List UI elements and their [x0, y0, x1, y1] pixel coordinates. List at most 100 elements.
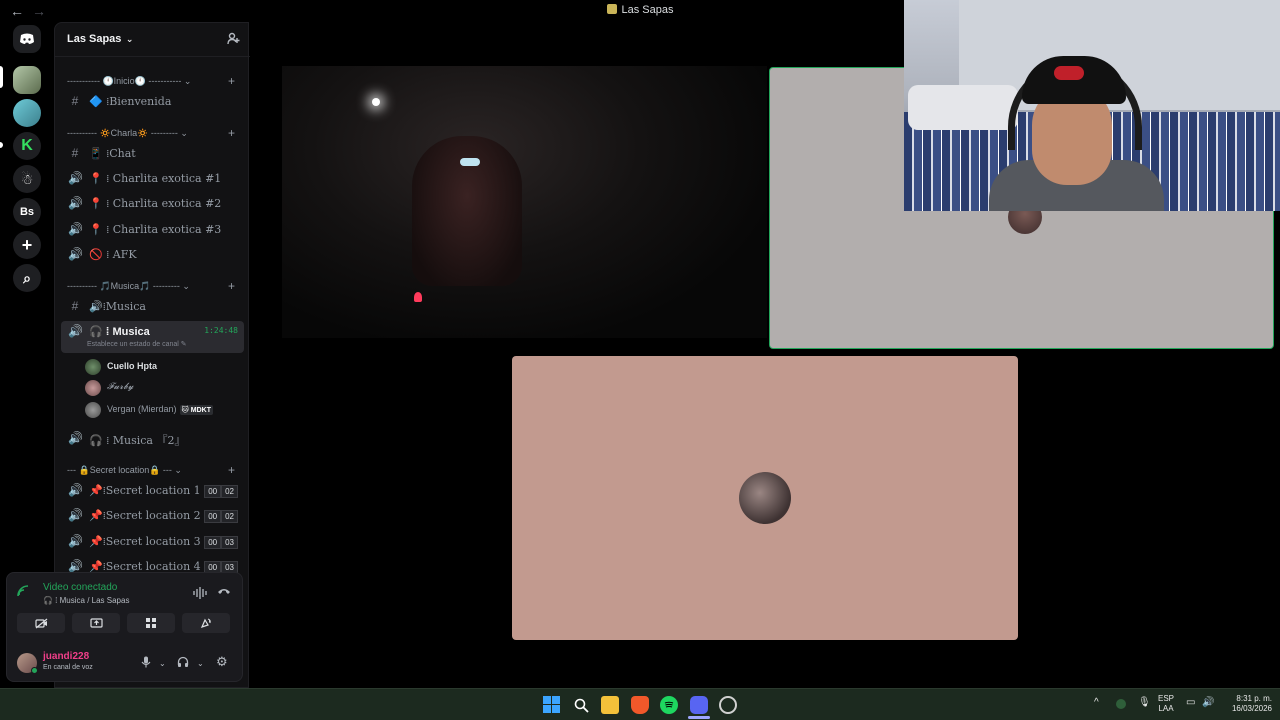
channel-charlita-1[interactable]: 🔊 📍 ⁞ Charlita exotica #1: [61, 168, 244, 190]
streamer-webcam-overlay: [904, 0, 1280, 211]
language-indicator[interactable]: ESP LAA: [1158, 694, 1174, 714]
text-channel-icon: #: [71, 94, 79, 108]
glasses-glare: [460, 158, 480, 166]
guild-header[interactable]: Las Sapas ⌄: [55, 23, 250, 57]
clock[interactable]: 8:31 p. m. 16/03/2026: [1222, 694, 1272, 714]
lamp-light: [372, 98, 380, 106]
avatar: [85, 380, 101, 396]
chevron-down-icon[interactable]: ⌄: [159, 659, 166, 668]
channel-secret-location-2[interactable]: 🔊 📌⁞Secret location 2 00 02: [61, 505, 244, 527]
headphones-icon[interactable]: [177, 656, 189, 671]
settings-gear-icon[interactable]: ⚙: [216, 654, 228, 670]
speaker-icon: 🔊: [68, 431, 83, 445]
voice-user[interactable]: Cuello Hpta: [85, 358, 245, 376]
speaker-icon: 🔊: [68, 324, 83, 338]
webcam-pillow: [908, 85, 1018, 130]
server-anime-icon[interactable]: ☃: [13, 165, 41, 193]
channel-bienvenida[interactable]: # 🔷 ⁞Bienvenida: [61, 91, 244, 113]
category-inicio[interactable]: ----------- 🕛Inicio🕛 ----------- ⌄ +: [67, 74, 239, 88]
channel-secret-location-1[interactable]: 🔊 📌⁞Secret location 1 00 02: [61, 480, 244, 502]
channel-chat[interactable]: # 📱 ⁞Chat: [61, 143, 244, 165]
windows-start-icon[interactable]: [543, 696, 561, 714]
online-status-icon: [31, 667, 38, 674]
channel-afk[interactable]: 🔊 🚫 ⁞ AFK: [61, 244, 244, 266]
red-light: [414, 292, 422, 302]
voice-status-title[interactable]: Video conectado: [43, 582, 117, 593]
server-bs-icon[interactable]: Bs: [13, 198, 41, 226]
guild-name[interactable]: Las Sapas ⌄: [67, 33, 133, 45]
text-channel-icon: #: [71, 146, 79, 160]
add-channel-icon[interactable]: +: [228, 463, 235, 477]
microphone-icon[interactable]: 🎙: [1138, 698, 1151, 708]
disconnect-icon[interactable]: [217, 586, 231, 598]
server-las-sapas-icon[interactable]: [13, 66, 41, 94]
category-charla[interactable]: ---------- 🔅Charla🔅 --------- ⌄ +: [67, 126, 239, 140]
avatar: [85, 359, 101, 375]
server-avatar-icon[interactable]: [13, 99, 41, 127]
cloud-logo-icon: [1054, 66, 1084, 80]
user-limit-badge: 00 02: [204, 485, 238, 498]
chevron-down-icon: ⌄: [123, 34, 134, 44]
current-username[interactable]: juandi228: [43, 651, 89, 662]
explore-servers-icon[interactable]: ⌕: [13, 264, 41, 292]
tray-app-icon[interactable]: [1116, 699, 1126, 709]
volume-icon[interactable]: 🔊: [1202, 698, 1214, 708]
windows-taskbar: ^ 🎙 ESP LAA ▭ 🔊 8:31 p. m. 16/03/2026: [0, 688, 1280, 720]
speaker-icon: 🔊: [68, 247, 83, 261]
call-timer: 1:24:48: [204, 326, 238, 335]
network-icon[interactable]: ▭: [1186, 698, 1195, 708]
share-screen-button[interactable]: [72, 613, 120, 633]
avatar: [739, 472, 791, 524]
voice-channel-link[interactable]: 🎧 ⁞ Musica / Las Sapas: [43, 596, 129, 605]
selected-server-indicator: [0, 66, 3, 88]
channel-secret-location-3[interactable]: 🔊 📌⁞Secret location 3 00 03: [61, 531, 244, 553]
server-icon: [606, 4, 617, 14]
channel-musica-text[interactable]: # 🔊⁞Musica: [61, 296, 244, 318]
speaker-icon: 🔊: [68, 534, 83, 548]
channel-status-prompt[interactable]: Establece un estado de canal ✎: [87, 340, 187, 348]
spotify-icon[interactable]: [660, 696, 678, 714]
unread-indicator: [0, 142, 3, 148]
add-channel-icon[interactable]: +: [228, 279, 235, 293]
speaker-icon: 🔊: [68, 508, 83, 522]
discord-home-icon[interactable]: [13, 25, 41, 53]
signal-icon[interactable]: [17, 585, 29, 600]
video-tile-camera[interactable]: [282, 66, 767, 338]
discord-taskbar-icon[interactable]: [690, 696, 708, 714]
chevron-up-icon[interactable]: ^: [1094, 698, 1099, 708]
voice-user[interactable]: 𝓕𝓾𝓻𝓫𝔂: [85, 379, 245, 397]
search-icon[interactable]: [572, 696, 590, 714]
speaker-icon: 🔊: [68, 483, 83, 497]
microphone-icon[interactable]: [141, 656, 151, 671]
camera-off-button[interactable]: [17, 613, 65, 633]
brave-browser-icon[interactable]: [631, 696, 649, 714]
noise-suppression-icon[interactable]: [193, 587, 207, 602]
user-limit-badge: 00 03: [204, 536, 238, 549]
add-channel-icon[interactable]: +: [228, 126, 235, 140]
file-explorer-icon[interactable]: [601, 696, 619, 714]
voice-connection-panel: Video conectado 🎧 ⁞ Musica / Las Sapas j…: [6, 572, 243, 682]
speaker-icon: 🔊: [68, 196, 83, 210]
text-channel-icon: #: [71, 299, 79, 313]
speaker-icon: 🔊: [68, 559, 83, 573]
channel-musica-voice-active[interactable]: 🔊 🎧 ⁞ Musica 1:24:48 Establece un estado…: [61, 321, 244, 353]
category-secret-location[interactable]: --- 🔒Secret location🔒 --- ⌄ +: [67, 463, 239, 477]
obs-icon[interactable]: [719, 696, 737, 714]
channel-charlita-3[interactable]: 🔊 📍 ⁞ Charlita exotica #3: [61, 219, 244, 241]
discord-app: ← → Las Sapas K ☃ Bs + ⌕ Las Sapas ⌄ ---…: [0, 0, 1280, 688]
speaker-icon: 🔊: [68, 171, 83, 185]
voice-user[interactable]: Vergan (Mierdan)🐱 MDKT ■: [85, 401, 265, 419]
server-kick-icon[interactable]: K: [13, 132, 41, 160]
category-musica[interactable]: ---------- 🎵Musica🎵 --------- ⌄ +: [67, 279, 239, 293]
add-channel-icon[interactable]: +: [228, 74, 235, 88]
channel-musica-2[interactable]: 🔊 🎧 ⁞ Musica 『2』: [61, 428, 244, 450]
channel-charlita-2[interactable]: 🔊 📍 ⁞ Charlita exotica #2: [61, 193, 244, 215]
invite-people-icon[interactable]: [227, 32, 240, 48]
avatar: [85, 402, 101, 418]
user-status-text: En canal de voz: [43, 664, 93, 671]
soundboard-button[interactable]: [182, 613, 230, 633]
activities-button[interactable]: [127, 613, 175, 633]
active-app-indicator: [688, 716, 710, 719]
add-server-icon[interactable]: +: [13, 231, 41, 259]
chevron-down-icon[interactable]: ⌄: [197, 659, 204, 668]
